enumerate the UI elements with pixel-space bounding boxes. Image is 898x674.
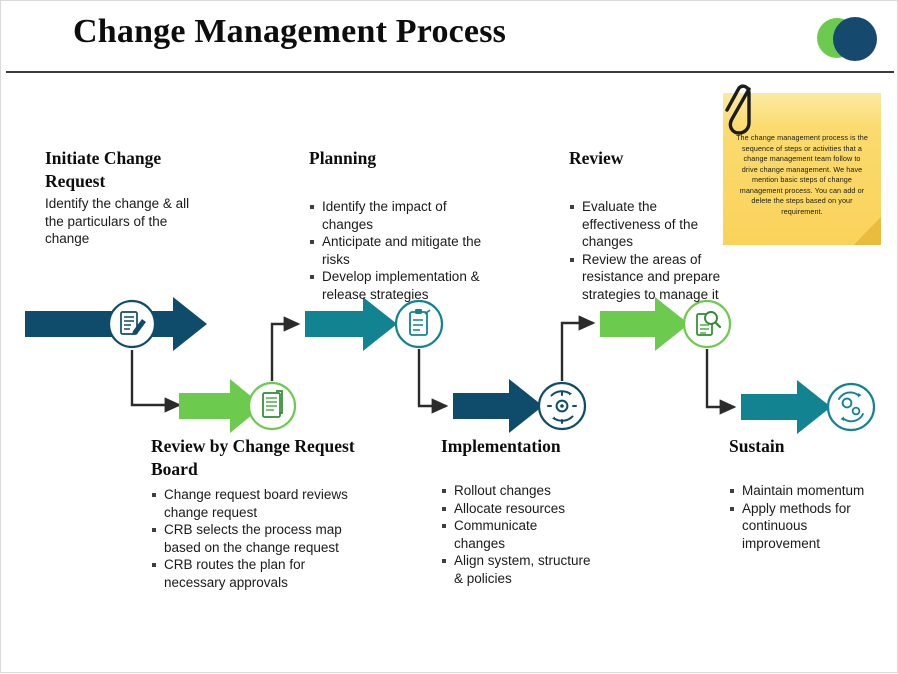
logo-circle-navy xyxy=(833,17,877,61)
stage-icon-implementation xyxy=(537,381,587,431)
list-item: Rollout changes xyxy=(441,482,591,500)
stage-icon-review-board xyxy=(247,381,297,431)
stage-heading-review-board: Review by Change Request Board xyxy=(151,436,355,479)
list-item: CRB routes the plan for necessary approv… xyxy=(151,556,363,591)
stage-heading-review: Review xyxy=(569,148,624,168)
stage-text-planning: Planning Identify the impact of changes … xyxy=(309,147,491,303)
stage-heading-sustain: Sustain xyxy=(729,436,785,456)
list-item: Communicate changes xyxy=(441,517,591,552)
stage-bullets-review-board: Change request board reviews change requ… xyxy=(151,486,363,591)
stage-text-review: Review Evaluate the effectiveness of the… xyxy=(569,147,733,303)
stage-body-initiate: Identify the change & all the particular… xyxy=(45,196,190,246)
stage-icon-planning xyxy=(394,299,444,349)
stage-text-implementation: Implementation Rollout changes Allocate … xyxy=(441,435,591,587)
list-item: Allocate resources xyxy=(441,500,591,518)
header-divider xyxy=(6,71,894,73)
stage-heading-planning: Planning xyxy=(309,148,377,168)
stage-arrow-implementation xyxy=(453,379,543,433)
list-item: Anticipate and mitigate the risks xyxy=(309,233,491,268)
list-item: Review the areas of resistance and prepa… xyxy=(569,251,733,304)
stage-bullets-planning: Identify the impact of changes Anticipat… xyxy=(309,198,491,303)
stage-icon-review xyxy=(682,299,732,349)
stage-text-initiate: Initiate Change Request Identify the cha… xyxy=(45,147,205,248)
stage-heading-initiate: Initiate Change Request xyxy=(45,148,162,191)
slide-canvas: Change Management Process The change man… xyxy=(0,0,898,673)
stage-arrow-initiate xyxy=(25,297,207,351)
list-item: Evaluate the effectiveness of the change… xyxy=(569,198,733,251)
stage-bullets-implementation: Rollout changes Allocate resources Commu… xyxy=(441,482,591,587)
stage-icon-initiate xyxy=(107,299,157,349)
list-item: Change request board reviews change requ… xyxy=(151,486,363,521)
sticky-note-text: The change management process is the seq… xyxy=(736,133,868,216)
stage-text-review-board: Review by Change Request Board Change re… xyxy=(151,435,363,591)
stage-heading-implementation: Implementation xyxy=(441,436,561,456)
stage-arrow-review-board xyxy=(179,379,263,433)
list-item: Maintain momentum xyxy=(729,482,869,500)
list-item: Develop implementation & release strateg… xyxy=(309,268,491,303)
stage-bullets-review: Evaluate the effectiveness of the change… xyxy=(569,198,733,303)
list-item: Apply methods for continuous improvement xyxy=(729,500,869,553)
stage-arrow-planning xyxy=(305,297,397,351)
stage-arrow-sustain xyxy=(741,380,831,434)
stage-bullets-sustain: Maintain momentum Apply methods for cont… xyxy=(729,482,869,552)
stage-arrow-review xyxy=(600,297,689,351)
page-title: Change Management Process xyxy=(73,13,507,50)
paperclip-icon xyxy=(725,84,751,135)
list-item: Identify the impact of changes xyxy=(309,198,491,233)
stage-text-sustain: Sustain Maintain momentum Apply methods … xyxy=(729,435,869,552)
connector-lines xyxy=(130,315,737,415)
list-item: CRB selects the process map based on the… xyxy=(151,521,363,556)
stage-icon-sustain xyxy=(826,382,876,432)
sticky-note: The change management process is the seq… xyxy=(723,84,881,245)
list-item: Align system, structure & policies xyxy=(441,552,591,587)
brand-logo xyxy=(817,17,877,61)
